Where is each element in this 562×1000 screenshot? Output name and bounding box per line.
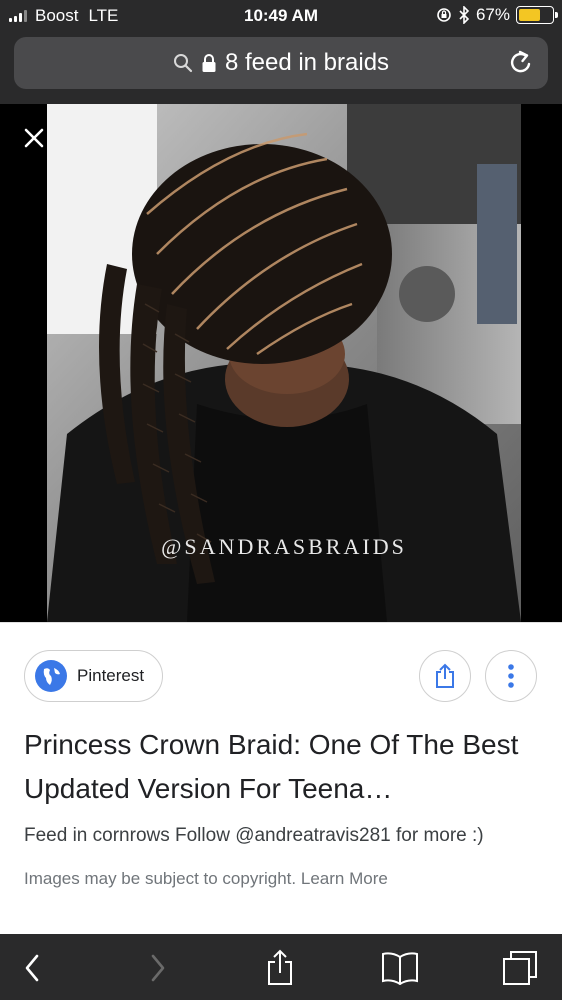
browser-toolbar: [0, 934, 562, 1000]
copyright-line: Images may be subject to copyright. Lear…: [24, 869, 388, 889]
share-icon: [436, 663, 454, 688]
share-icon: [268, 949, 292, 985]
chevron-left-icon: [25, 954, 39, 982]
source-name: Pinterest: [77, 666, 145, 685]
result-title[interactable]: Princess Crown Braid: One Of The Best Up…: [24, 723, 524, 811]
share-page-button[interactable]: [260, 948, 300, 988]
battery-level-fill: [519, 9, 541, 21]
result-info-panel: Pinterest Princess Crown Braid: One Of T…: [0, 622, 562, 934]
book-icon: [382, 952, 418, 985]
status-right: 67%: [436, 5, 558, 25]
close-icon[interactable]: [20, 124, 48, 152]
image-watermark: @SANDRASBRAIDS: [161, 534, 407, 559]
more-vert-icon: [508, 664, 514, 688]
search-icon: [173, 54, 193, 73]
address-bar[interactable]: 8 feed in braids: [14, 37, 548, 89]
address-query: 8 feed in braids: [224, 49, 390, 76]
share-button[interactable]: [419, 650, 471, 702]
source-chip[interactable]: Pinterest: [24, 650, 164, 702]
lock-icon: [202, 54, 216, 72]
bluetooth-icon: [459, 6, 470, 24]
battery-icon: [516, 6, 558, 24]
more-options-button[interactable]: [485, 650, 537, 702]
bookmarks-button[interactable]: [380, 948, 420, 988]
chevron-right-icon: [151, 954, 165, 982]
result-description: Feed in cornrows Follow @andreatravis281…: [24, 825, 484, 846]
globe-icon: [35, 660, 67, 692]
image-viewer: @SANDRASBRAIDS: [0, 104, 562, 622]
battery-percent: 67%: [475, 5, 510, 24]
back-button[interactable]: [12, 948, 52, 988]
learn-more-link[interactable]: Learn More: [301, 869, 388, 888]
copyright-notice: Images may be subject to copyright.: [24, 869, 297, 888]
tabs-icon: [503, 951, 537, 985]
forward-button[interactable]: [138, 948, 178, 988]
browser-top-chrome: Boost LTE 10:49 AM 67% 8 feed in braids: [0, 0, 562, 104]
status-bar: Boost LTE 10:49 AM 67%: [0, 0, 562, 32]
tabs-button[interactable]: [500, 948, 540, 988]
reload-icon[interactable]: [508, 49, 534, 77]
address-bar-content: 8 feed in braids: [14, 37, 548, 89]
screen-rotation-lock-icon: [437, 8, 451, 22]
